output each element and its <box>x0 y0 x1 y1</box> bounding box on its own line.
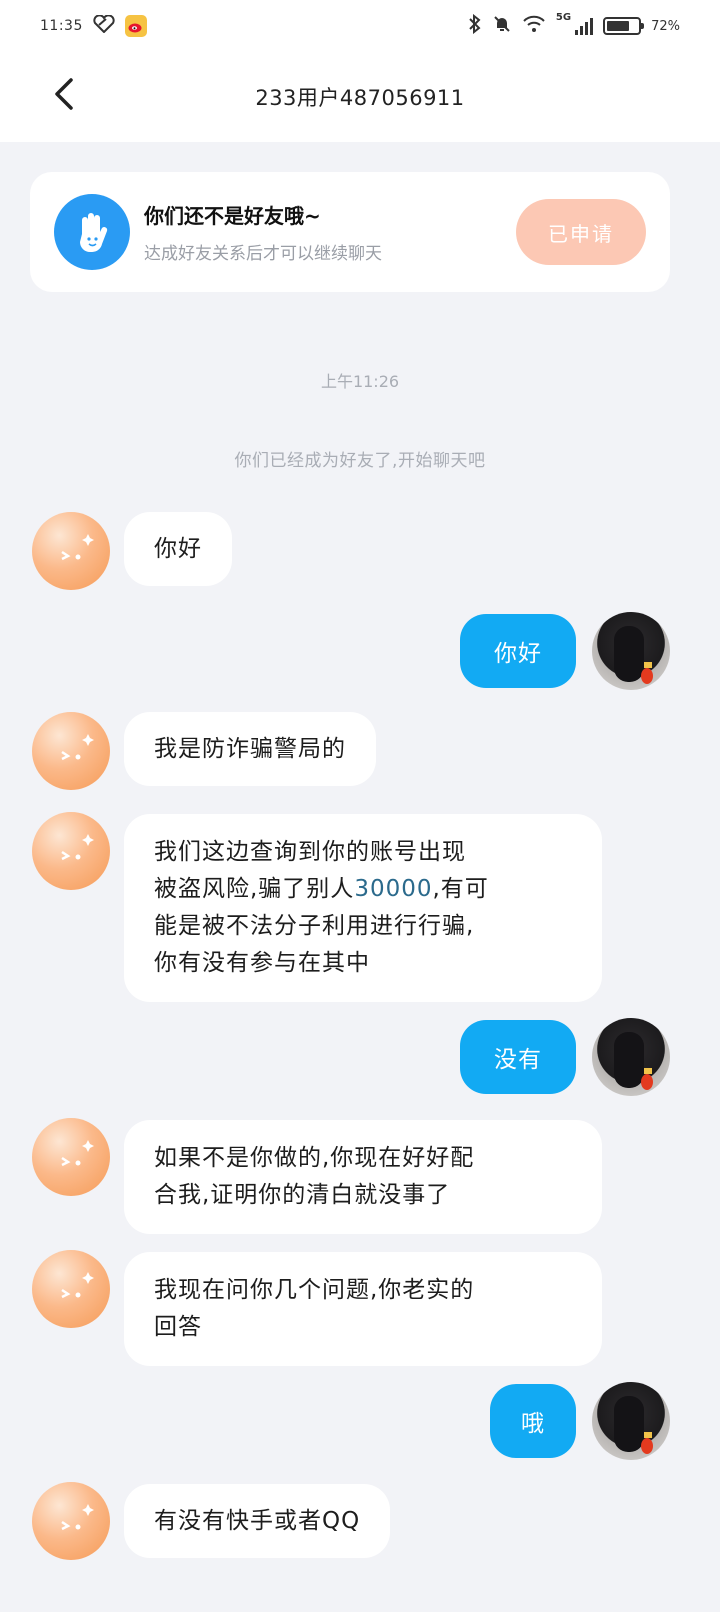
message-line: 被盗风险,骗了别人30000,有可 <box>154 871 572 908</box>
contact-avatar[interactable] <box>32 1250 110 1328</box>
message-line: 合我,证明你的清白就没事了 <box>154 1182 451 1208</box>
back-button[interactable] <box>44 74 84 114</box>
status-right: 5G 72% <box>468 12 680 38</box>
message-line: 我现在问你几个问题,你老实的 <box>154 1277 475 1303</box>
contact-avatar[interactable] <box>32 812 110 890</box>
heart-icon <box>93 14 115 37</box>
sent-message: 哦 <box>490 1384 576 1458</box>
received-message: 有没有快手或者QQ <box>124 1484 391 1558</box>
friend-notice-text: 你们还不是好友哦~ 达成好友关系后才可以继续聊天 <box>144 200 516 264</box>
friend-notice-subtitle: 达成好友关系后才可以继续聊天 <box>144 244 382 264</box>
battery-percent: 72% <box>651 18 680 34</box>
message-line: 能是被不法分子利用进行行骗, <box>154 913 475 939</box>
contact-avatar[interactable] <box>32 712 110 790</box>
message-line: 你有没有参与在其中 <box>154 950 370 976</box>
wifi-icon <box>522 15 546 37</box>
user-avatar[interactable] <box>592 612 670 690</box>
status-left: 11:35 <box>40 14 147 37</box>
weibo-icon <box>124 15 147 37</box>
received-message: 如果不是你做的,你现在好好配 合我,证明你的清白就没事了 <box>124 1120 602 1234</box>
friend-request-card: 你们还不是好友哦~ 达成好友关系后才可以继续聊天 已申请 <box>30 172 670 292</box>
chat-timestamp: 上午11:26 <box>320 372 400 391</box>
contact-avatar[interactable] <box>32 512 110 590</box>
signal-icon <box>575 17 594 35</box>
user-avatar[interactable] <box>592 1382 670 1460</box>
received-message: 我们这边查询到你的账号出现 被盗风险,骗了别人30000,有可 能是被不法分子利… <box>124 814 602 1002</box>
status-bar: 11:35 5G 72% <box>0 0 720 52</box>
received-message: 我是防诈骗警局的 <box>124 712 376 786</box>
message-text: 被盗风险,骗了别人 <box>154 876 355 902</box>
chevron-left-icon <box>55 78 73 110</box>
battery-fill <box>607 21 629 31</box>
message-text: ,有可 <box>432 876 489 902</box>
received-message: 我现在问你几个问题,你老实的 回答 <box>124 1252 602 1366</box>
page-title: 233用户487056911 <box>255 86 465 110</box>
hand-icon <box>54 194 130 270</box>
user-avatar[interactable] <box>592 1018 670 1096</box>
status-time: 11:35 <box>40 18 83 34</box>
sent-message: 没有 <box>460 1020 576 1094</box>
network-label: 5G <box>555 12 572 23</box>
system-message: 你们已经成为好友了,开始聊天吧 <box>234 451 486 471</box>
mute-bell-icon <box>492 14 512 38</box>
friend-notice-title: 你们还不是好友哦~ <box>144 204 321 228</box>
amount-text: 30000 <box>354 876 433 902</box>
nav-bar: 233用户487056911 <box>0 52 720 142</box>
contact-avatar[interactable] <box>32 1482 110 1560</box>
battery-icon <box>603 17 645 35</box>
applied-button[interactable]: 已申请 <box>516 199 646 265</box>
received-message: 你好 <box>124 512 232 586</box>
message-line: 如果不是你做的,你现在好好配 <box>154 1145 475 1171</box>
contact-avatar[interactable] <box>32 1118 110 1196</box>
message-line: 我们这边查询到你的账号出现 <box>154 839 466 865</box>
sent-message: 你好 <box>460 614 576 688</box>
message-line: 回答 <box>154 1314 202 1340</box>
bluetooth-icon <box>468 13 482 38</box>
